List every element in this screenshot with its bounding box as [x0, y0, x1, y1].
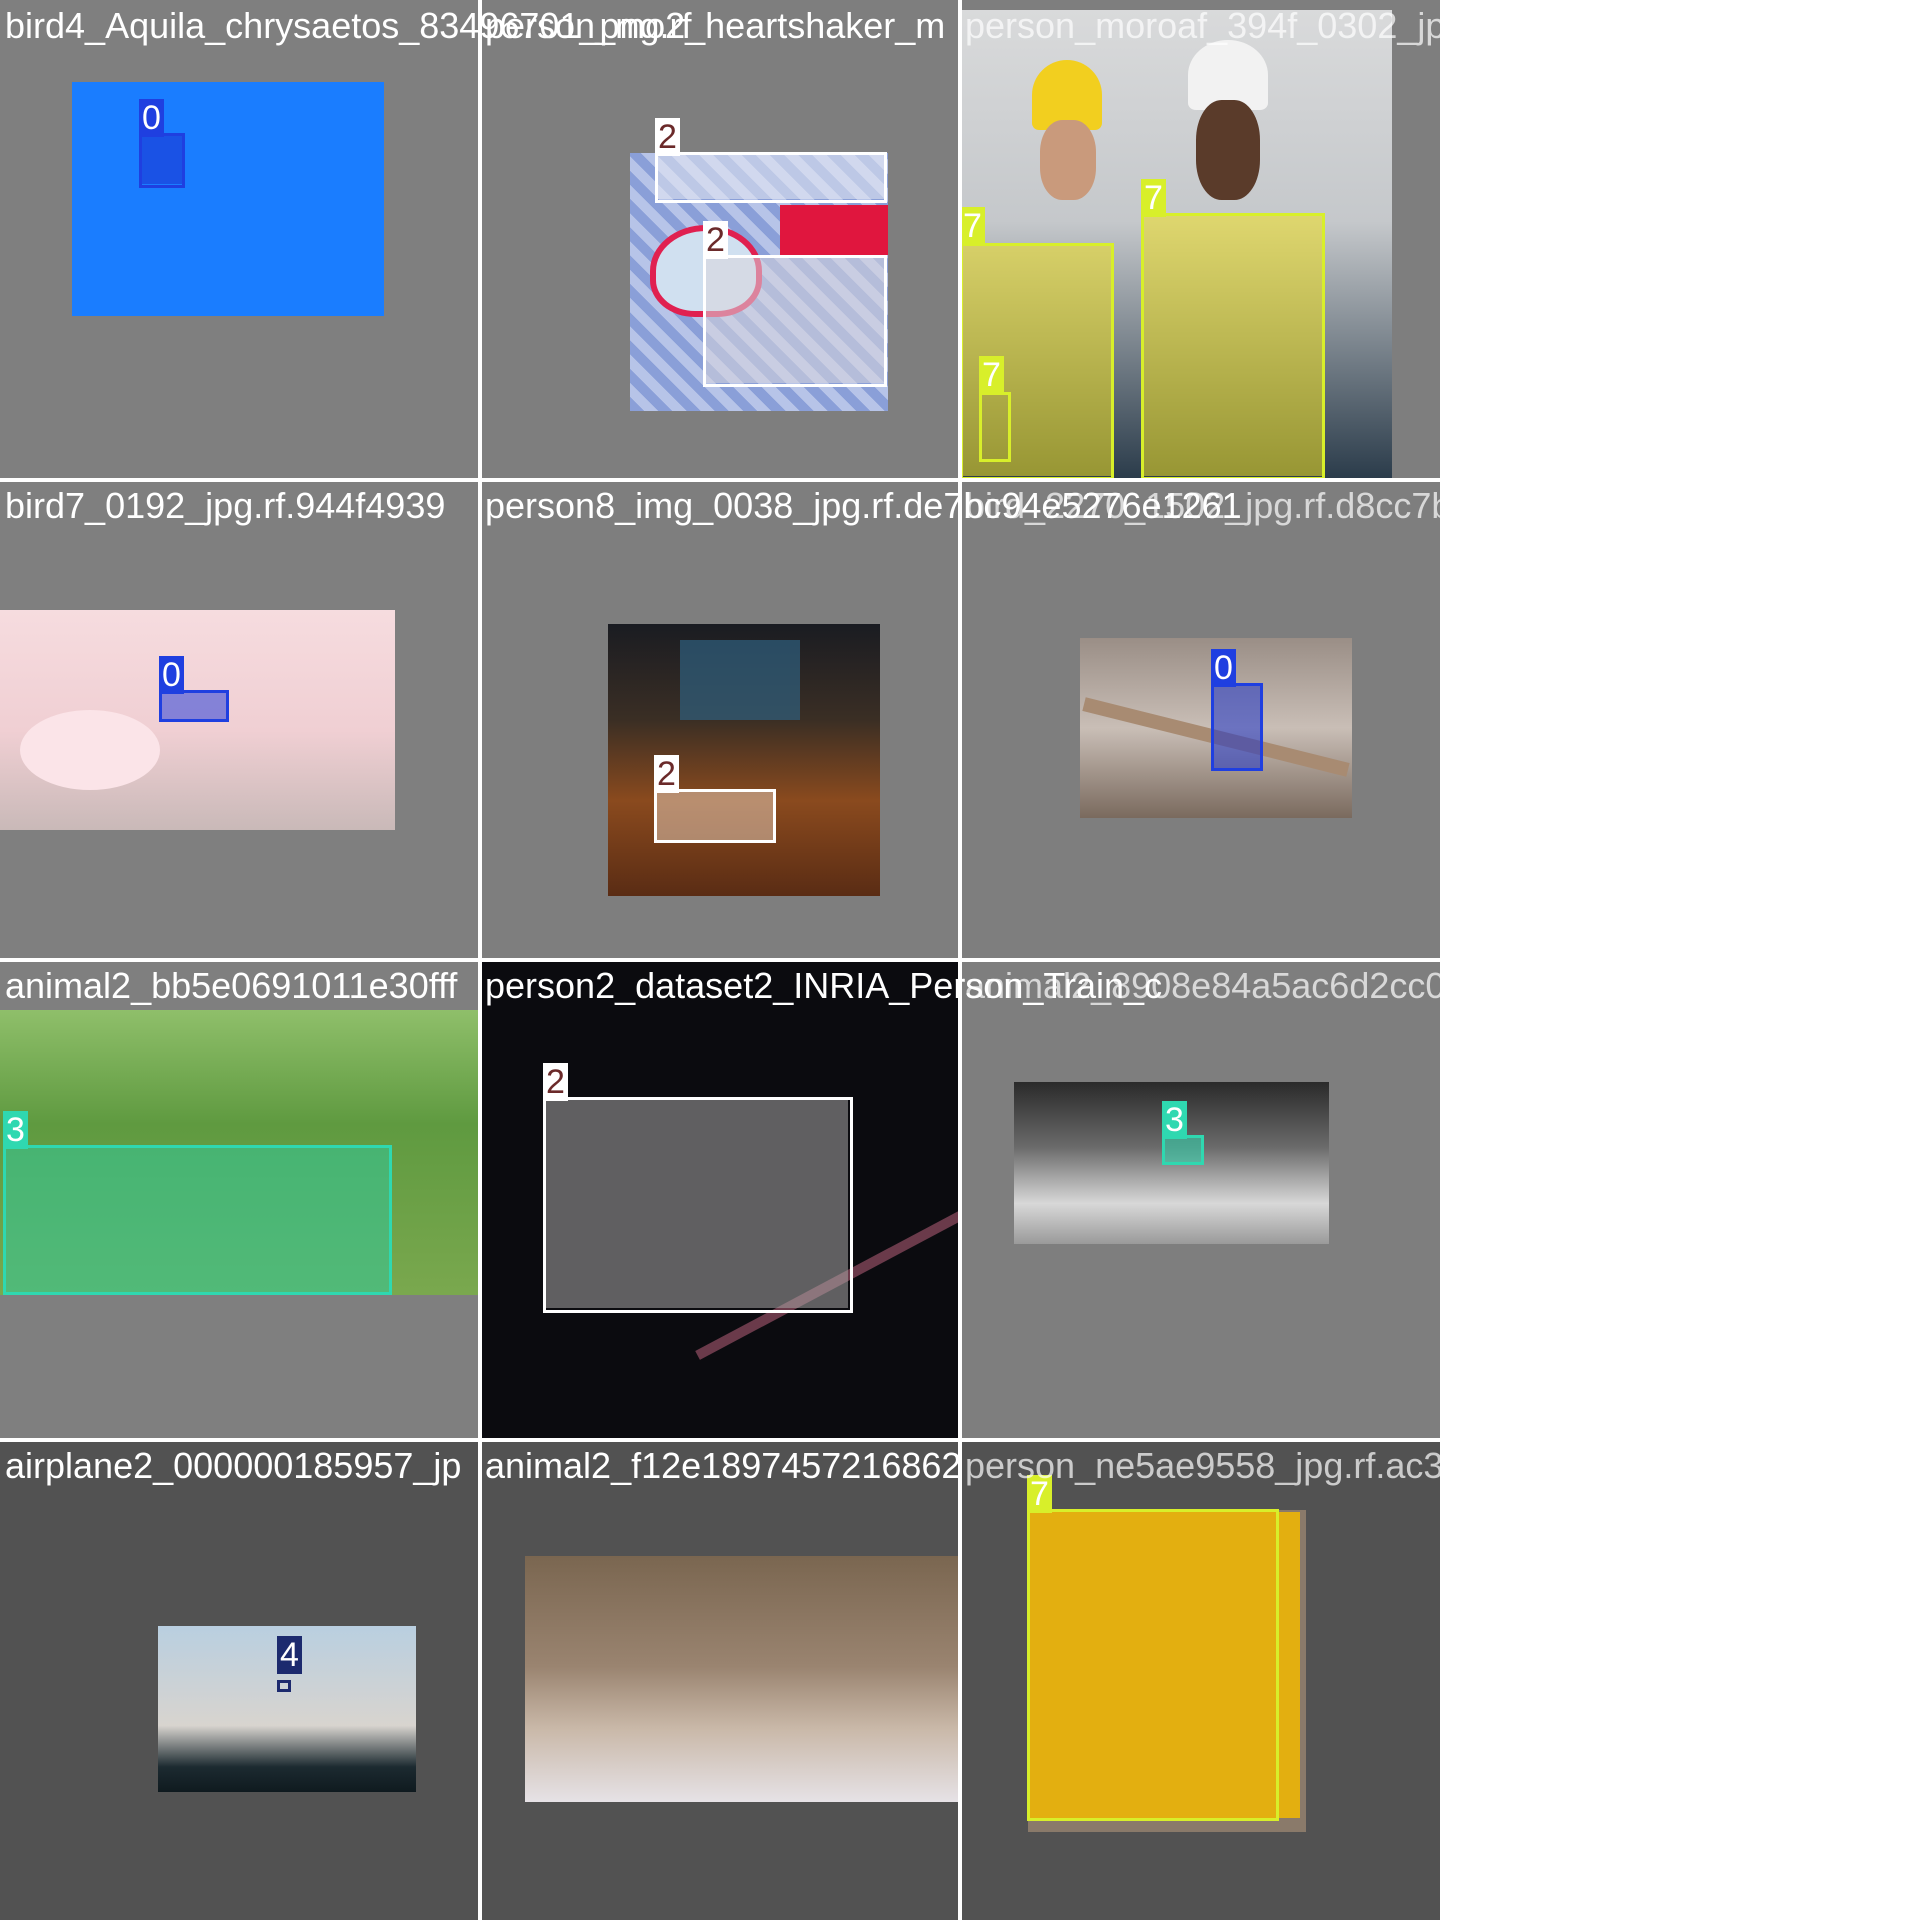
class-label: 2	[654, 755, 679, 793]
lit-building	[680, 640, 800, 720]
class-label: 0	[1211, 649, 1236, 687]
tile-2: 2 2	[480, 0, 960, 480]
filename-label: bird_2270_1502_jpg.rf.d8cc7b94f8597c43f	[965, 485, 1650, 526]
face-left	[1040, 120, 1096, 200]
tile-8: 2	[480, 960, 960, 1440]
class-label: 3	[3, 1111, 28, 1149]
filename-label: animal2_bb5e0691011e30fff	[5, 965, 458, 1006]
filename-label: bird7_0192_jpg.rf.944f4939	[5, 485, 446, 526]
tile-3: 7 7 7	[960, 0, 1440, 480]
person-bbox	[703, 255, 887, 387]
filename-label: airplane2_000000185957_jp	[5, 1445, 462, 1486]
airplane-bbox	[277, 1680, 291, 1692]
bird-bbox	[159, 690, 229, 722]
eagle-bbox	[139, 133, 185, 188]
deer-bbox	[3, 1145, 392, 1295]
class-label: 2	[655, 118, 680, 156]
animal-bbox	[1162, 1135, 1204, 1165]
class-label: 4	[277, 1636, 302, 1674]
filename-label: person_ne5ae9558_jpg.rf.ac3e316c9e68d9	[965, 1445, 1662, 1486]
class-label: 7	[1141, 179, 1166, 217]
tile-7: 3	[0, 960, 480, 1440]
tile-9: 3	[960, 960, 1440, 1440]
training-batch-mosaic: 0 2 2 7 7 7 0 2 0 3 2 3 4 7 bird4_Aquila…	[0, 0, 1788, 1920]
filename-label: animal2_8908e84a5ac6d2cc08ca9f6d63da90f	[965, 965, 1704, 1006]
person-bbox	[543, 1097, 853, 1313]
tile-11	[480, 1440, 960, 1920]
tile-5: 2	[480, 480, 960, 960]
face-right	[1196, 100, 1260, 200]
vest-bbox	[1027, 1509, 1279, 1821]
class-label: 0	[139, 99, 164, 137]
person-bbox	[654, 789, 776, 843]
vest-bbox	[1141, 213, 1325, 480]
sky-photo	[72, 82, 384, 316]
grid-divider	[0, 478, 1440, 482]
vest-bbox	[979, 392, 1011, 462]
class-label: 2	[703, 221, 728, 259]
class-label: 7	[960, 207, 985, 245]
class-label: 7	[979, 356, 1004, 394]
grid-divider	[0, 958, 1440, 962]
class-label: 0	[159, 656, 184, 694]
grid-divider	[0, 1438, 1440, 1442]
class-label: 3	[1162, 1101, 1187, 1139]
tile-4: 0	[0, 480, 480, 960]
person-bbox	[655, 152, 887, 203]
cloud	[20, 710, 160, 790]
tile-6: 0	[960, 480, 1440, 960]
bird-bbox	[1211, 683, 1263, 771]
tile-1: 0	[0, 0, 480, 480]
filename-label: person_moroaf_394f_0302_jpg.rf.31708db13…	[965, 5, 1788, 46]
tile-10: 4	[0, 1440, 480, 1920]
tile-12: 7	[960, 1440, 1440, 1920]
filename-label: animal2_f12e1897457216862	[485, 1445, 962, 1486]
winter-forest-photo	[525, 1556, 960, 1802]
red-fabric	[780, 205, 888, 255]
filename-label: person_mo2_heartshaker_m	[485, 5, 946, 46]
class-label: 2	[543, 1063, 568, 1101]
